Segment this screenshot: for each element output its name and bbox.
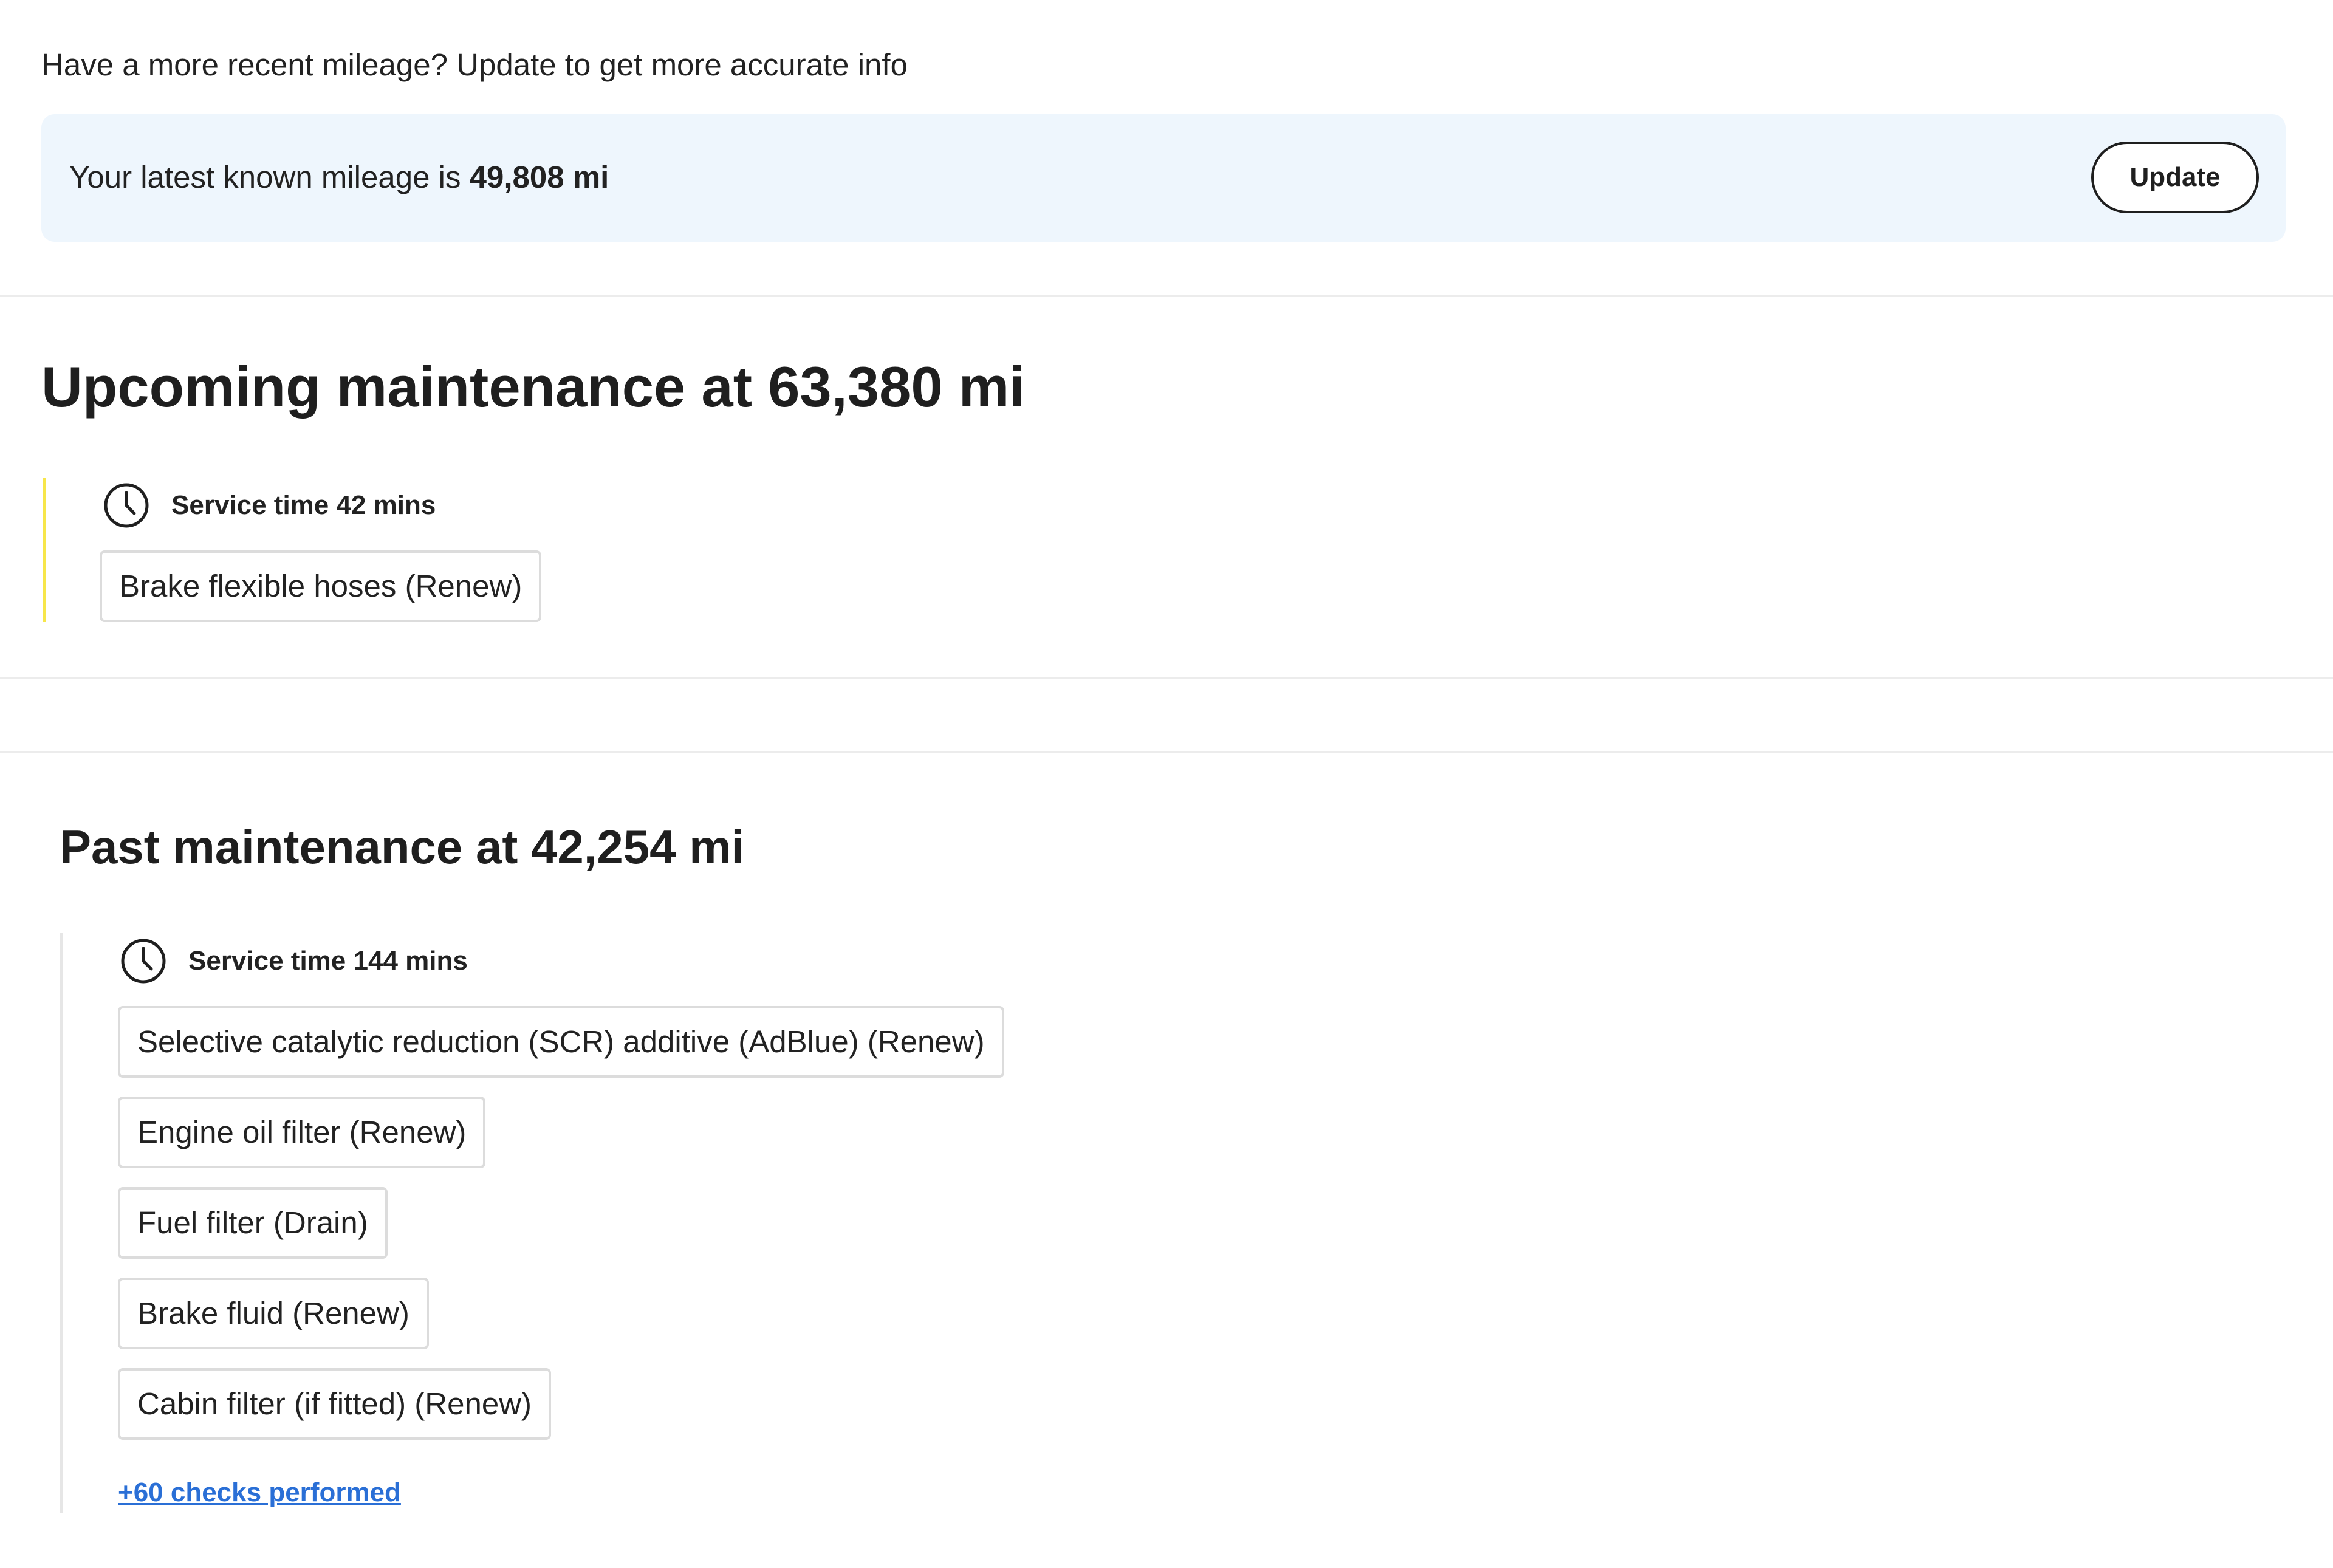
clock-icon xyxy=(121,939,166,984)
past-task-item: Fuel filter (Drain) xyxy=(118,1187,388,1259)
past-service-time: Service time 144 mins xyxy=(119,937,468,985)
update-mileage-button[interactable]: Update xyxy=(2091,142,2259,213)
mileage-prompt: Have a more recent mileage? Update to ge… xyxy=(41,47,908,82)
past-task-item: Cabin filter (if fitted) (Renew) xyxy=(118,1368,552,1440)
upcoming-task-item: Brake flexible hoses (Renew) xyxy=(100,550,542,622)
past-task-item: Brake fluid (Renew) xyxy=(118,1278,429,1349)
latest-mileage-label: Your latest known mileage is xyxy=(69,160,461,194)
latest-mileage-value: 49,808 mi xyxy=(469,160,609,194)
latest-mileage-text: Your latest known mileage is 49,808 mi xyxy=(69,158,609,197)
mileage-banner: Your latest known mileage is 49,808 mi U… xyxy=(41,114,2286,242)
past-timeline-bar xyxy=(60,933,63,1513)
clock-icon xyxy=(104,483,149,528)
upcoming-maintenance-title: Upcoming maintenance at 63,380 mi xyxy=(41,355,1026,419)
past-maintenance-title: Past maintenance at 42,254 mi xyxy=(60,820,745,874)
upcoming-service-time-label: Service time 42 mins xyxy=(171,490,436,520)
upcoming-timeline-bar xyxy=(43,478,46,622)
past-service-time-label: Service time 144 mins xyxy=(188,946,468,976)
past-task-item: Selective catalytic reduction (SCR) addi… xyxy=(118,1006,1004,1078)
upcoming-service-time: Service time 42 mins xyxy=(102,481,436,530)
checks-performed-link[interactable]: +60 checks performed xyxy=(118,1477,401,1508)
past-task-item: Engine oil filter (Renew) xyxy=(118,1097,486,1168)
